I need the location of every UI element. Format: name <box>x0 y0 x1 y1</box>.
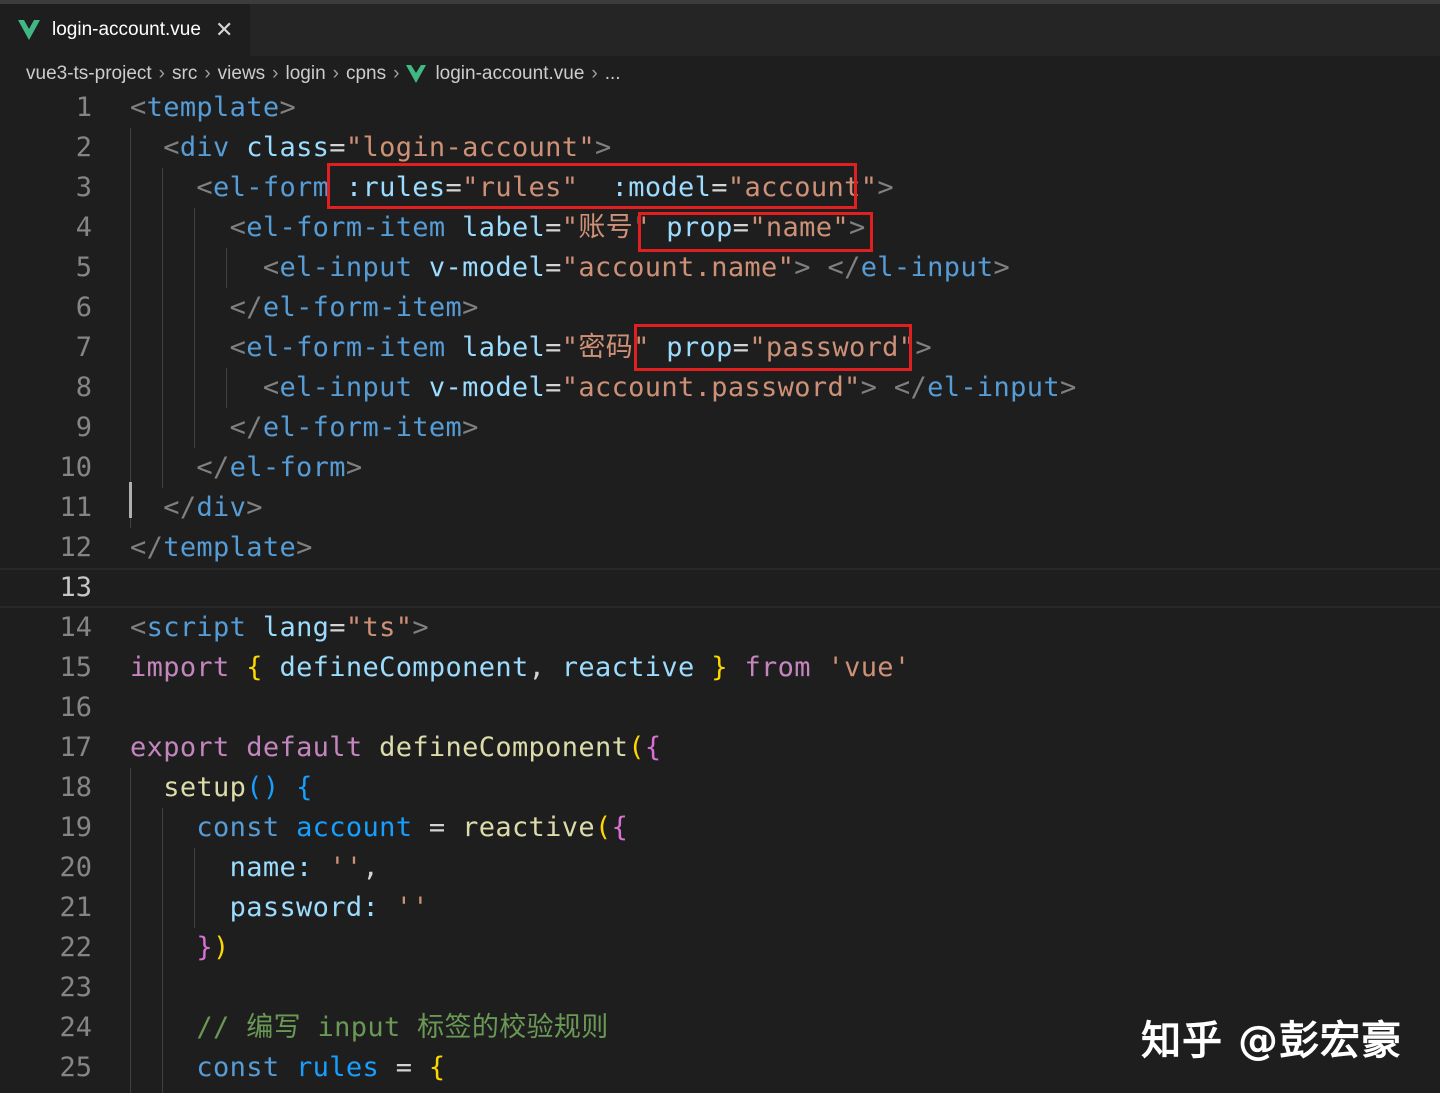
breadcrumb-item-file[interactable]: login-account.vue <box>435 63 584 85</box>
tab-label: login-account.vue <box>52 19 201 40</box>
code-line[interactable]: 21 password: '' <box>0 888 1440 928</box>
highlight-box-rules-model <box>327 163 857 209</box>
code-line-current[interactable]: 13 <box>0 568 1440 608</box>
code-line[interactable]: 16 <box>0 688 1440 728</box>
line-number: 5 <box>75 252 92 283</box>
line-number: 19 <box>59 812 92 843</box>
line-number: 22 <box>59 932 92 963</box>
code-line[interactable]: 20 name: '', <box>0 848 1440 888</box>
watermark: 知乎 @彭宏豪 <box>1141 1018 1402 1064</box>
code-line[interactable]: 10 </el-form> <box>0 448 1440 488</box>
breadcrumb-ellipsis[interactable]: ... <box>605 63 621 85</box>
chevron-right-icon: › <box>393 63 400 84</box>
breadcrumb-item-login[interactable]: login <box>286 63 326 85</box>
tab-login-account-vue[interactable]: login-account.vue ✕ <box>0 4 250 56</box>
code-line[interactable]: 19 const account = reactive({ <box>0 808 1440 848</box>
line-number: 23 <box>59 972 92 1003</box>
chevron-right-icon: › <box>272 63 279 84</box>
line-number: 25 <box>59 1052 92 1083</box>
line-number: 2 <box>75 132 92 163</box>
close-icon[interactable]: ✕ <box>215 17 233 43</box>
chevron-right-icon: › <box>591 63 598 84</box>
chevron-right-icon: › <box>204 63 211 84</box>
highlight-box-prop-name <box>638 212 873 252</box>
code-line[interactable]: 12 </template> <box>0 528 1440 568</box>
line-number: 9 <box>75 412 92 443</box>
line-number: 8 <box>75 372 92 403</box>
breadcrumb: vue3-ts-project › src › views › login › … <box>26 60 621 88</box>
code-line[interactable]: 15 import { defineComponent, reactive } … <box>0 648 1440 688</box>
code-line[interactable]: 18 setup() { <box>0 768 1440 808</box>
editor-tab-bar: login-account.vue ✕ <box>0 0 1440 56</box>
line-number: 15 <box>59 652 92 683</box>
line-number: 6 <box>75 292 92 323</box>
line-number: 3 <box>75 172 92 203</box>
line-number: 11 <box>59 492 92 523</box>
chevron-right-icon: › <box>332 63 339 84</box>
line-number: 14 <box>59 612 92 643</box>
code-line[interactable]: 17 export default defineComponent({ <box>0 728 1440 768</box>
code-line[interactable]: 5 <el-input v-model="account.name"> </el… <box>0 248 1440 288</box>
line-number: 10 <box>59 452 92 483</box>
code-line[interactable]: 11 </div> <box>0 488 1440 528</box>
vue-icon <box>18 20 40 40</box>
code-line[interactable]: 22 }) <box>0 928 1440 968</box>
breadcrumb-item-project[interactable]: vue3-ts-project <box>26 63 152 85</box>
code-line[interactable]: 14 <script lang="ts"> <box>0 608 1440 648</box>
chevron-right-icon: › <box>158 63 165 84</box>
breadcrumb-item-cpns[interactable]: cpns <box>346 63 386 85</box>
code-line[interactable]: 8 <el-input v-model="account.password"> … <box>0 368 1440 408</box>
code-line[interactable]: 9 </el-form-item> <box>0 408 1440 448</box>
line-number: 24 <box>59 1012 92 1043</box>
line-number: 7 <box>75 332 92 363</box>
line-number: 13 <box>59 572 92 603</box>
line-number: 12 <box>59 532 92 563</box>
line-number: 17 <box>59 732 92 763</box>
code-line[interactable]: 1 <template> <box>0 88 1440 128</box>
line-number: 20 <box>59 852 92 883</box>
line-number: 18 <box>59 772 92 803</box>
code-line[interactable]: 23 <box>0 968 1440 1008</box>
line-number: 1 <box>75 92 92 123</box>
text-cursor <box>129 482 132 518</box>
code-line[interactable]: 6 </el-form-item> <box>0 288 1440 328</box>
vue-icon <box>406 65 427 83</box>
breadcrumb-item-views[interactable]: views <box>218 63 266 85</box>
line-number: 16 <box>59 692 92 723</box>
line-number: 4 <box>75 212 92 243</box>
line-number: 21 <box>59 892 92 923</box>
code-line[interactable]: 2 <div class="login-account"> <box>0 128 1440 168</box>
highlight-box-prop-password <box>634 324 912 371</box>
breadcrumb-item-src[interactable]: src <box>172 63 197 85</box>
